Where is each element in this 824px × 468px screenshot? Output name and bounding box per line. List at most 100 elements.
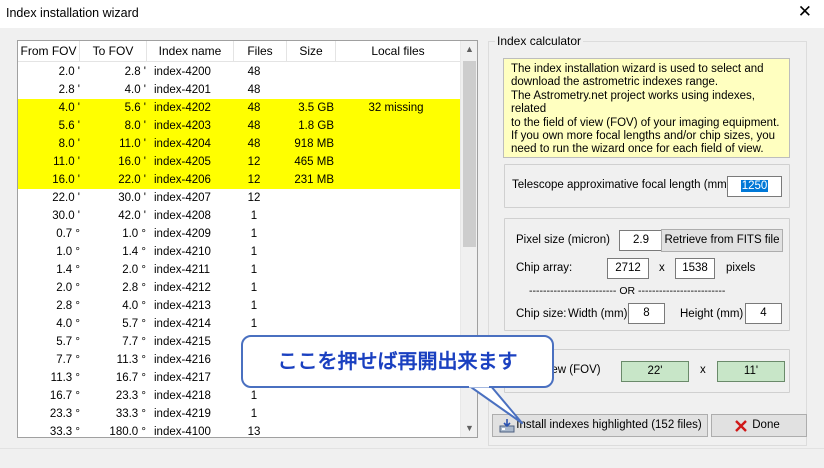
cell-to-fov: 1.4 ° — [122, 246, 146, 258]
focal-length-input[interactable]: 1250 — [727, 176, 782, 197]
column-header-to-fov[interactable]: To FOV — [80, 41, 147, 62]
cell-local-files — [350, 63, 442, 81]
table-row[interactable]: 2.8 ' 4.0 ' index-4201 48 — [18, 81, 460, 99]
cell-from-fov: 5.6 ' — [58, 120, 80, 132]
column-header-size[interactable]: Size — [287, 41, 336, 62]
table-row[interactable]: 22.0 ' 30.0 ' index-4207 12 — [18, 189, 460, 207]
cell-size — [284, 189, 334, 207]
scroll-up-icon[interactable]: ▲ — [461, 41, 477, 58]
focal-length-panel: Telescope approximative focal length (mm… — [504, 164, 790, 208]
table-row[interactable]: 2.0 ' 2.8 ' index-4200 48 — [18, 63, 460, 81]
table-row[interactable]: 1.4 ° 2.0 ° index-4211 1 — [18, 261, 460, 279]
cell-files: 12 — [247, 192, 261, 204]
table-row[interactable]: 2.0 ° 2.8 ° index-4212 1 — [18, 279, 460, 297]
scrollbar-thumb[interactable] — [463, 61, 476, 247]
cell-to-fov: 5.7 ° — [122, 318, 146, 330]
close-icon[interactable]: ✕ — [798, 3, 812, 21]
cell-files: 12 — [247, 174, 261, 186]
cell-to-fov: 2.8 ° — [122, 282, 146, 294]
cell-to-fov: 42.0 ' — [118, 210, 146, 222]
cell-files: 1 — [250, 318, 258, 330]
chip-height-label: Height (mm) — [680, 308, 744, 320]
column-header-files[interactable]: Files — [234, 41, 287, 62]
table-row[interactable]: 11.0 ' 16.0 ' index-4205 12 465 MB — [18, 153, 460, 171]
table-row[interactable]: 16.7 ° 23.3 ° index-4218 1 — [18, 387, 460, 405]
cell-to-fov: 11.3 ° — [116, 354, 146, 366]
cell-files: 12 — [247, 156, 261, 168]
index-calculator-label: Index calculator — [495, 34, 584, 48]
cell-from-fov: 1.0 ° — [56, 246, 80, 258]
status-bar — [0, 448, 824, 468]
cell-local-files — [350, 423, 442, 437]
cell-files: 1 — [250, 264, 258, 276]
cell-local-files — [350, 153, 442, 171]
cell-local-files: 32 missing — [368, 102, 424, 114]
cell-files: 1 — [250, 228, 258, 240]
cell-to-fov: 4.0 ° — [122, 300, 146, 312]
cell-size — [284, 243, 334, 261]
table-row[interactable]: 5.6 ' 8.0 ' index-4203 48 1.8 GB — [18, 117, 460, 135]
scroll-down-icon[interactable]: ▼ — [461, 420, 477, 437]
cell-local-files — [350, 81, 442, 99]
chip-width-label: Width (mm) — [568, 308, 628, 320]
cell-size — [284, 81, 334, 99]
chip-array-height-input[interactable]: 1538 — [675, 258, 715, 279]
cell-to-fov: 23.3 ° — [115, 390, 146, 402]
callout-annotation: ここを押せば再開出来ます — [241, 335, 554, 388]
cell-files: 48 — [247, 66, 261, 78]
cell-from-fov: 33.3 ° — [49, 426, 80, 438]
cell-from-fov: 11.3 ° — [50, 372, 80, 384]
cell-size — [284, 261, 334, 279]
chip-size-label: Chip size: — [516, 308, 567, 320]
table-row[interactable]: 23.3 ° 33.3 ° index-4219 1 — [18, 405, 460, 423]
cell-to-fov: 22.0 ' — [118, 174, 146, 186]
cell-size: 465 MB — [294, 156, 334, 168]
fov-width-value: 22' — [621, 361, 689, 382]
cell-to-fov: 5.6 ' — [124, 102, 146, 114]
table-row[interactable]: 1.0 ° 1.4 ° index-4210 1 — [18, 243, 460, 261]
retrieve-from-fits-button[interactable]: Retrieve from FITS file — [661, 229, 783, 252]
table-row[interactable]: 30.0 ' 42.0 ' index-4208 1 — [18, 207, 460, 225]
table-row[interactable]: 2.8 ° 4.0 ° index-4213 1 — [18, 297, 460, 315]
cell-to-fov: 8.0 ' — [124, 120, 146, 132]
column-header-local-files[interactable]: Local files — [336, 41, 460, 62]
cell-size: 918 MB — [294, 138, 334, 150]
install-indexes-button[interactable]: Install indexes highlighted (152 files) — [492, 414, 708, 437]
cell-files: 13 — [247, 426, 261, 438]
table-row[interactable]: 4.0 ° 5.7 ° index-4214 1 — [18, 315, 460, 333]
cell-to-fov: 2.8 ' — [124, 66, 146, 78]
cell-to-fov: 30.0 ' — [118, 192, 146, 204]
cell-files: 48 — [247, 120, 261, 132]
table-row[interactable]: 16.0 ' 22.0 ' index-4206 12 231 MB — [18, 171, 460, 189]
chip-array-width-input[interactable]: 2712 — [607, 258, 649, 279]
table-row[interactable]: 8.0 ' 11.0 ' index-4204 48 918 MB — [18, 135, 460, 153]
cell-to-fov: 11.0 ' — [119, 138, 146, 150]
cell-to-fov: 16.7 ° — [115, 372, 146, 384]
cell-size — [284, 207, 334, 225]
chip-height-input[interactable]: 4 — [745, 303, 782, 324]
cell-local-files — [350, 225, 442, 243]
cell-from-fov: 16.7 ° — [49, 390, 80, 402]
cell-local-files — [350, 387, 442, 405]
pixel-size-input[interactable]: 2.9 — [619, 230, 663, 251]
window-title: Index installation wizard — [6, 6, 139, 20]
cell-to-fov: 33.3 ° — [115, 408, 146, 420]
cell-local-files — [350, 261, 442, 279]
column-header-index-name[interactable]: Index name — [147, 41, 234, 62]
cell-local-files — [350, 315, 442, 333]
cell-files: 48 — [247, 138, 261, 150]
table-row[interactable]: 4.0 ' 5.6 ' index-4202 48 3.5 GB 32 missing — [18, 99, 460, 117]
cell-files: 1 — [250, 246, 258, 258]
cell-size: 1.8 GB — [298, 120, 334, 132]
focal-length-label: Telescope approximative focal length (mm… — [512, 179, 731, 191]
cell-from-fov: 5.7 ° — [56, 336, 80, 348]
column-header-from-fov[interactable]: From FOV — [18, 41, 80, 62]
done-button[interactable]: Done — [711, 414, 807, 437]
table-header: From FOV To FOV Index name Files Size Lo… — [18, 41, 460, 62]
chip-width-input[interactable]: 8 — [628, 303, 665, 324]
table-row[interactable]: 0.7 ° 1.0 ° index-4209 1 — [18, 225, 460, 243]
cell-to-fov: 180.0 ° — [109, 426, 146, 438]
table-row[interactable]: 33.3 ° 180.0 ° index-4100 13 — [18, 423, 460, 438]
fov-height-value: 11' — [717, 361, 785, 382]
cell-from-fov: 30.0 ' — [52, 210, 80, 222]
